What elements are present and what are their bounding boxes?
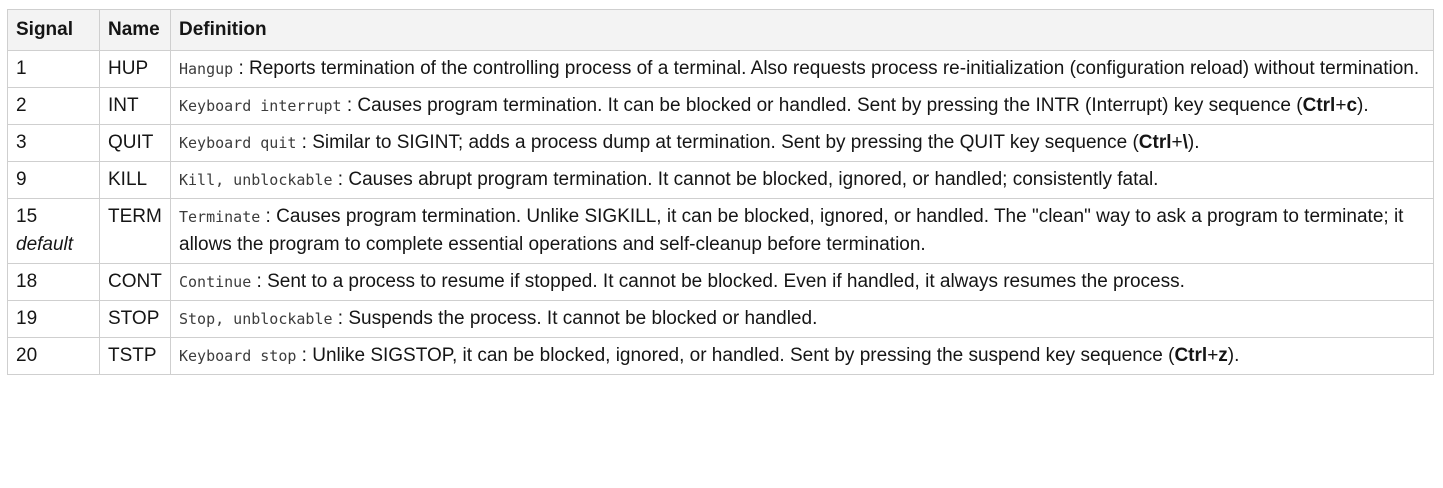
signal-term: Kill, unblockable	[179, 171, 333, 189]
signal-term: Keyboard interrupt	[179, 97, 342, 115]
signal-number: 2	[16, 95, 27, 116]
name-cell: HUP	[99, 50, 171, 88]
signal-number: 3	[16, 132, 27, 153]
signal-number: 1	[16, 58, 27, 79]
signal-number: 15	[16, 206, 38, 227]
signal-cell: 15 default	[7, 198, 100, 264]
table-row: 9 KILL Kill, unblockable : Causes abrupt…	[7, 161, 1434, 199]
name-cell: KILL	[99, 161, 171, 199]
signals-table: Signal Name Definition 1 HUP Hangup : Re…	[7, 9, 1434, 375]
table-row: 15 default TERM Terminate : Causes progra…	[7, 198, 1434, 264]
header-row: Signal Name Definition	[7, 9, 1434, 51]
table-row: 2 INT Keyboard interrupt : Causes progra…	[7, 87, 1434, 125]
definition-cell: Stop, unblockable : Suspends the process…	[170, 300, 1434, 338]
signal-term: Hangup	[179, 60, 234, 78]
definition-cell: Keyboard stop : Unlike SIGSTOP, it can b…	[170, 337, 1434, 375]
signal-term: Keyboard stop	[179, 347, 297, 365]
key-plus: +	[1171, 132, 1183, 153]
header-definition: Definition	[170, 9, 1434, 51]
definition-text: : Causes program termination. It can be …	[341, 95, 1303, 116]
signal-cell: 9	[7, 161, 100, 199]
signal-cell: 2	[7, 87, 100, 125]
definition-text: : Causes abrupt program termination. It …	[332, 169, 1159, 190]
name-cell: TSTP	[99, 337, 171, 375]
definition-text: : Sent to a process to resume if stopped…	[251, 271, 1185, 292]
signal-number: 18	[16, 271, 38, 292]
signal-number: 19	[16, 308, 38, 329]
key-plus: +	[1335, 95, 1347, 116]
definition-text: : Reports termination of the controlling…	[233, 58, 1420, 79]
table-header: Signal Name Definition	[7, 9, 1434, 51]
signal-number: 9	[16, 169, 27, 190]
signal-term: Continue	[179, 273, 252, 291]
name-cell: STOP	[99, 300, 171, 338]
table-row: 20 TSTP Keyboard stop : Unlike SIGSTOP, …	[7, 337, 1434, 375]
definition-text: : Causes program termination. Unlike SIG…	[179, 206, 1404, 255]
key-ctrl: Ctrl	[1302, 95, 1336, 116]
definition-text: : Similar to SIGINT; adds a process dump…	[296, 132, 1139, 153]
signal-term: Stop, unblockable	[179, 310, 333, 328]
table-row: 3 QUIT Keyboard quit : Similar to SIGINT…	[7, 124, 1434, 162]
name-cell: CONT	[99, 263, 171, 301]
definition-tail: ).	[1357, 95, 1369, 116]
table-row: 19 STOP Stop, unblockable : Suspends the…	[7, 300, 1434, 338]
definition-cell: Continue : Sent to a process to resume i…	[170, 263, 1434, 301]
name-cell: TERM	[99, 198, 171, 264]
signal-cell: 18	[7, 263, 100, 301]
signal-cell: 19	[7, 300, 100, 338]
name-cell: INT	[99, 87, 171, 125]
header-name: Name	[99, 9, 171, 51]
signal-number: 20	[16, 345, 38, 366]
definition-cell: Keyboard interrupt : Causes program term…	[170, 87, 1434, 125]
definition-text: : Unlike SIGSTOP, it can be blocked, ign…	[296, 345, 1175, 366]
signal-cell: 20	[7, 337, 100, 375]
signals-table-container: Signal Name Definition 1 HUP Hangup : Re…	[7, 9, 1434, 375]
default-note: default	[16, 234, 74, 255]
signal-term: Terminate	[179, 208, 261, 226]
table-row: 18 CONT Continue : Sent to a process to …	[7, 263, 1434, 301]
key-letter: z	[1218, 345, 1228, 366]
table-row: 1 HUP Hangup : Reports termination of th…	[7, 50, 1434, 88]
definition-cell: Hangup : Reports termination of the cont…	[170, 50, 1434, 88]
key-plus: +	[1207, 345, 1219, 366]
definition-tail: ).	[1227, 345, 1240, 366]
key-ctrl: Ctrl	[1174, 345, 1208, 366]
signal-term: Keyboard quit	[179, 134, 297, 152]
definition-text: : Suspends the process. It cannot be blo…	[332, 308, 818, 329]
signal-cell: 1	[7, 50, 100, 88]
header-signal: Signal	[7, 9, 100, 51]
signal-cell: 3	[7, 124, 100, 162]
name-cell: QUIT	[99, 124, 171, 162]
definition-cell: Kill, unblockable : Causes abrupt progra…	[170, 161, 1434, 199]
definition-tail: ).	[1187, 132, 1200, 153]
definition-cell: Terminate : Causes program termination. …	[170, 198, 1434, 264]
key-ctrl: Ctrl	[1138, 132, 1172, 153]
table-body: 1 HUP Hangup : Reports termination of th…	[7, 50, 1434, 375]
key-letter: c	[1346, 95, 1358, 116]
definition-cell: Keyboard quit : Similar to SIGINT; adds …	[170, 124, 1434, 162]
